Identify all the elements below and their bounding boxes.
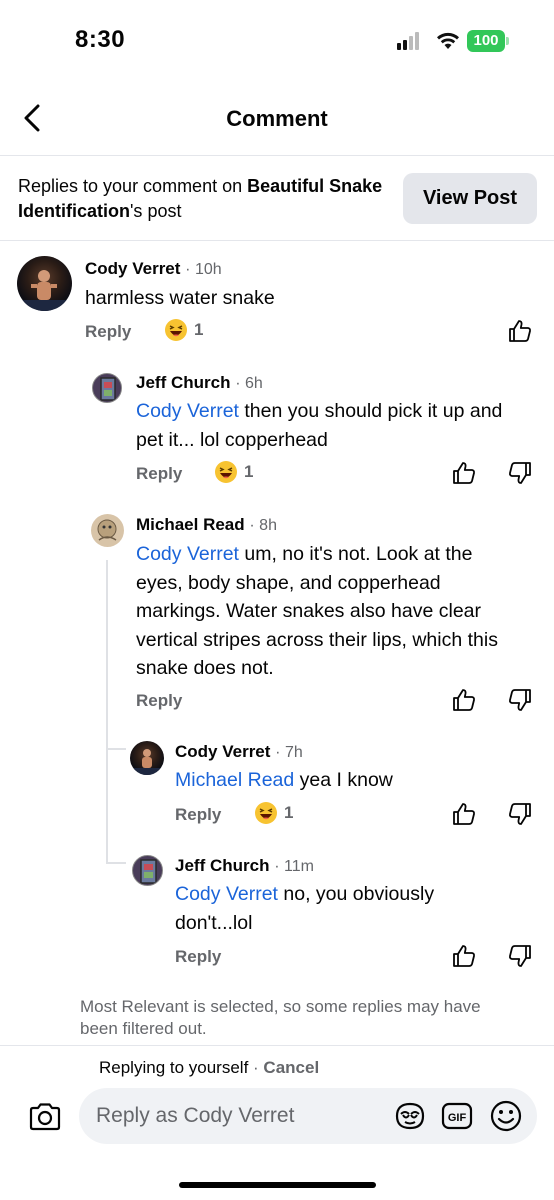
replying-indicator: Replying to yourself · Cancel [99, 1058, 320, 1077]
status-time: 8:30 [75, 26, 126, 53]
like-icon[interactable] [451, 801, 477, 827]
dislike-icon[interactable] [507, 943, 533, 969]
comment-age: · 8h [249, 517, 277, 534]
comment-author[interactable]: Cody Verret · 7h [175, 742, 303, 762]
comment-author[interactable]: Jeff Church · 6h [136, 373, 263, 393]
avatar[interactable] [130, 741, 164, 775]
replying-to-label: Replying to yourself [99, 1058, 249, 1077]
comment-text: harmless water snake [85, 287, 275, 309]
thread-connector [106, 748, 108, 862]
reaction-summary[interactable]: 1 [164, 318, 209, 344]
cancel-reply-button[interactable]: Cancel [263, 1058, 319, 1077]
smiley-icon[interactable] [489, 1099, 523, 1133]
comment-text: Michael Read yea I know [175, 769, 393, 791]
reply-button[interactable]: Reply [175, 805, 221, 825]
battery-level: 100 [467, 30, 505, 52]
laughing-emoji-icon [215, 461, 237, 483]
reaction-count: 1 [194, 320, 204, 339]
like-icon[interactable] [507, 318, 533, 344]
reply-button[interactable]: Reply [136, 464, 182, 484]
comment-text: Cody Verret no, you obviously don't...lo… [175, 883, 435, 934]
reply-composer: Replying to yourself · Cancel Reply as C… [0, 1045, 554, 1200]
home-indicator [179, 1182, 376, 1188]
comment-author[interactable]: Jeff Church · 11m [175, 856, 314, 876]
thread-connector [106, 560, 108, 748]
like-icon[interactable] [451, 943, 477, 969]
wifi-icon [437, 32, 459, 49]
comment-age: · 6h [235, 375, 263, 392]
context-prefix: Replies to your comment on [18, 176, 248, 196]
avatar[interactable] [92, 373, 122, 403]
reply-input[interactable]: Reply as Cody Verret GIF [79, 1088, 537, 1144]
like-icon[interactable] [451, 460, 477, 486]
comment-age: · 10h [185, 261, 222, 278]
avatar[interactable] [91, 514, 124, 547]
top-nav: Comment [0, 80, 554, 156]
svg-text:GIF: GIF [448, 1112, 467, 1124]
context-suffix: 's post [130, 201, 182, 221]
avatar[interactable] [17, 256, 72, 311]
reply-input-placeholder: Reply as Cody Verret [96, 1104, 295, 1127]
laughing-emoji-icon [165, 319, 187, 341]
comment-age: · 11m [274, 858, 314, 875]
battery-indicator: 100 [467, 30, 509, 52]
mention-link[interactable]: Michael Read [175, 769, 294, 791]
comment-author[interactable]: Cody Verret · 10h [85, 259, 222, 279]
signal-icon [397, 32, 423, 50]
reaction-count: 1 [284, 803, 294, 822]
reaction-summary[interactable]: 1 [254, 801, 299, 827]
dislike-icon[interactable] [507, 801, 533, 827]
reply-button[interactable]: Reply [85, 322, 131, 342]
mention-link[interactable]: Cody Verret [175, 883, 278, 905]
view-post-button[interactable]: View Post [403, 173, 537, 224]
reaction-summary[interactable]: 1 [214, 460, 259, 486]
thread-connector [106, 862, 126, 864]
dislike-icon[interactable] [507, 687, 533, 713]
avatar[interactable] [132, 855, 163, 886]
thread-connector [106, 748, 126, 750]
like-icon[interactable] [451, 687, 477, 713]
reply-button[interactable]: Reply [175, 947, 221, 967]
comment-age: · 7h [275, 744, 303, 761]
gif-icon[interactable]: GIF [441, 1101, 473, 1131]
camera-icon[interactable] [27, 1099, 63, 1135]
page-title: Comment [226, 106, 328, 131]
laughing-emoji-icon [255, 802, 277, 824]
mention-link[interactable]: Cody Verret [136, 543, 239, 565]
mention-link[interactable]: Cody Verret [136, 400, 239, 422]
comment-text: Cody Verret then you should pick it up a… [136, 400, 503, 451]
context-description: Replies to your comment on Beautiful Sna… [18, 174, 388, 224]
comment-text: Cody Verret um, no it's not. Look at the… [136, 543, 498, 679]
comment-author[interactable]: Michael Read · 8h [136, 515, 277, 535]
dislike-icon[interactable] [507, 460, 533, 486]
status-bar: 8:30 100 [0, 0, 554, 80]
reply-button[interactable]: Reply [136, 691, 182, 711]
avatar-sticker-icon[interactable] [393, 1100, 427, 1132]
reaction-count: 1 [244, 462, 254, 481]
filter-notice: Most Relevant is selected, so some repli… [80, 997, 481, 1038]
post-context-bar: Replies to your comment on Beautiful Sna… [0, 157, 554, 241]
